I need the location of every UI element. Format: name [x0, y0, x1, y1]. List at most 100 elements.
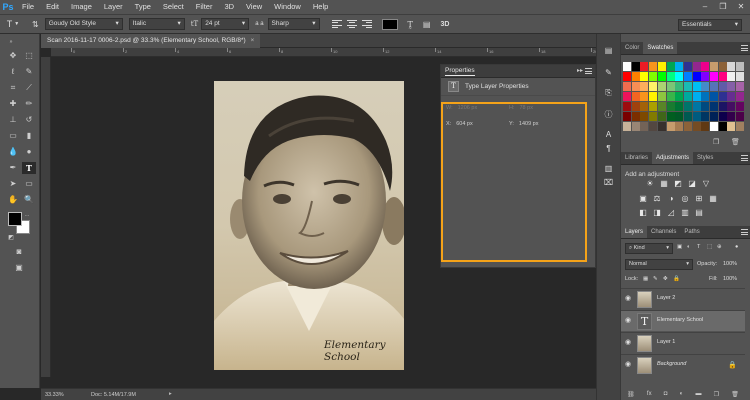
exposure-icon[interactable]: ◪: [687, 179, 697, 189]
swatch[interactable]: [631, 112, 640, 121]
tab-adjustments[interactable]: Adjustments: [652, 152, 694, 164]
screen-mode-icon[interactable]: ▣: [12, 262, 26, 274]
swatch[interactable]: [640, 122, 649, 131]
tab-swatches[interactable]: Swatches: [643, 42, 678, 54]
swatch[interactable]: [666, 112, 675, 121]
layer-row[interactable]: ◉ Layer 2: [621, 288, 745, 309]
eye-icon[interactable]: ◉: [625, 295, 632, 302]
tab-libraries[interactable]: Libraries: [621, 152, 652, 164]
close-tab-button[interactable]: ×: [251, 37, 255, 44]
tab-layers[interactable]: Layers: [621, 226, 648, 238]
trash-icon[interactable]: 🗑: [731, 138, 740, 146]
eyedropper-tool-icon[interactable]: ⟋: [22, 82, 36, 94]
rectangle-tool-icon[interactable]: ▭: [22, 178, 36, 190]
swatch[interactable]: [657, 102, 666, 111]
curves-icon[interactable]: ◩: [673, 179, 683, 189]
collapse-icon[interactable]: »: [4, 36, 18, 48]
filter-toggle-icon[interactable]: ●: [735, 244, 738, 250]
panel-menu-icon[interactable]: [741, 229, 748, 235]
lock-position-icon[interactable]: ✥: [663, 276, 668, 282]
lock-all-icon[interactable]: 🔒: [673, 276, 680, 282]
swatch[interactable]: [675, 102, 684, 111]
swatch[interactable]: [623, 72, 631, 81]
lock-transparent-icon[interactable]: ▦: [643, 276, 648, 282]
panel-menu-icon[interactable]: [741, 45, 748, 51]
swatch[interactable]: [683, 82, 692, 91]
swatch[interactable]: [736, 82, 745, 91]
group-icon[interactable]: ▬: [695, 391, 701, 397]
filter-pixel-icon[interactable]: ▣: [677, 244, 682, 250]
swatch[interactable]: [623, 62, 631, 71]
clone-source-icon[interactable]: ⎘: [601, 86, 616, 99]
clone-stamp-tool-icon[interactable]: ⊥: [6, 114, 20, 126]
swatch[interactable]: [718, 92, 727, 101]
menu-window[interactable]: Window: [268, 0, 307, 14]
swatch[interactable]: [683, 122, 692, 131]
minimize-button[interactable]: –: [696, 0, 714, 14]
posterize-icon[interactable]: ◨: [652, 208, 662, 218]
swatch[interactable]: [692, 92, 701, 101]
swatch[interactable]: [640, 92, 649, 101]
blur-tool-icon[interactable]: 💧: [6, 146, 20, 158]
gradient-map-icon[interactable]: ▥: [680, 208, 690, 218]
new-layer-icon[interactable]: ❐: [714, 391, 719, 398]
menu-type[interactable]: Type: [129, 0, 157, 14]
swatch[interactable]: [657, 82, 666, 91]
character-icon[interactable]: A: [601, 128, 616, 141]
tab-channels[interactable]: Channels: [647, 226, 680, 238]
swatch[interactable]: [649, 82, 658, 91]
swatch[interactable]: [736, 102, 745, 111]
swatch[interactable]: [675, 62, 684, 71]
layer-row[interactable]: ◉ Background 🔒: [621, 354, 745, 375]
brightness-contrast-icon[interactable]: ☀: [645, 179, 655, 189]
eraser-tool-icon[interactable]: ▭: [6, 130, 20, 142]
swatch[interactable]: [701, 122, 710, 131]
swatch[interactable]: [692, 82, 701, 91]
swatch[interactable]: [701, 92, 710, 101]
panel-menu-icon[interactable]: [585, 68, 592, 74]
libraries-icon[interactable]: ⌧: [601, 176, 616, 189]
font-style-select[interactable]: Italic ▾: [128, 18, 185, 30]
swatch[interactable]: [727, 122, 736, 131]
swatch[interactable]: [683, 102, 692, 111]
type-tool-icon[interactable]: T: [22, 162, 36, 174]
collapse-icon[interactable]: ▸▸: [577, 67, 583, 74]
threshold-icon[interactable]: ◿: [666, 208, 676, 218]
layer-row-selected[interactable]: ◉ T Elementary School: [621, 310, 745, 331]
zoom-tool-icon[interactable]: 🔍: [22, 194, 36, 206]
notes-icon[interactable]: ▥: [601, 162, 616, 175]
black-white-icon[interactable]: ◑: [666, 194, 676, 204]
quick-mask-icon[interactable]: ◙: [12, 246, 26, 258]
swatch[interactable]: [692, 112, 701, 121]
swatch[interactable]: [675, 112, 684, 121]
swatch[interactable]: [631, 72, 640, 81]
tab-color[interactable]: Color: [621, 42, 643, 54]
swatch[interactable]: [701, 62, 710, 71]
orientation-toggle-icon[interactable]: ⇅: [32, 20, 39, 29]
marquee-tool-icon[interactable]: ⬚: [22, 50, 36, 62]
swatch[interactable]: [631, 102, 640, 111]
menu-filter[interactable]: Filter: [190, 0, 219, 14]
tab-properties[interactable]: Properties: [445, 67, 475, 76]
filter-smart-object-icon[interactable]: ⊕: [717, 244, 722, 250]
swatch[interactable]: [718, 102, 727, 111]
swatch[interactable]: [649, 122, 658, 131]
brush-tool-icon[interactable]: ✏: [22, 98, 36, 110]
swatch[interactable]: [736, 122, 745, 131]
swatch[interactable]: [736, 72, 745, 81]
photo-filter-icon[interactable]: ◎: [680, 194, 690, 204]
swatch[interactable]: [666, 62, 675, 71]
layer-filter-kind[interactable]: ⌕ Kind ▾: [625, 243, 673, 254]
swatch[interactable]: [692, 62, 701, 71]
restore-button[interactable]: ❐: [714, 0, 732, 14]
default-colors-icon[interactable]: ◩: [4, 232, 18, 244]
align-right-icon[interactable]: [361, 20, 372, 28]
filter-adjustment-icon[interactable]: ◐: [687, 244, 690, 250]
3d-icon[interactable]: 3D: [440, 21, 449, 28]
swatch[interactable]: [666, 102, 675, 111]
swatch[interactable]: [727, 72, 736, 81]
text-color-swatch[interactable]: [381, 18, 398, 30]
swatch[interactable]: [640, 72, 649, 81]
antialias-select[interactable]: Sharp ▾: [267, 18, 320, 30]
lasso-tool-icon[interactable]: ℓ: [6, 66, 20, 78]
